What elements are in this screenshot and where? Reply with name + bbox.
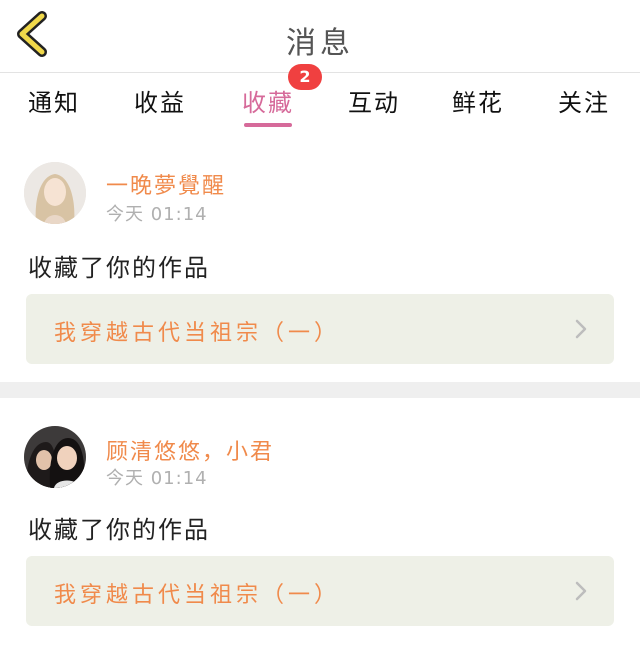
tab-earnings[interactable]: 收益 xyxy=(120,83,200,127)
action-text: 收藏了你的作品 xyxy=(28,516,210,544)
header-bar: 消息 xyxy=(0,0,640,73)
avatar-image xyxy=(24,426,86,488)
username[interactable]: 顾清悠悠，小君 xyxy=(106,434,274,466)
avatar-image xyxy=(24,162,86,224)
work-link[interactable]: 我穿越古代当祖宗（一） xyxy=(26,556,614,626)
action-text: 收藏了你的作品 xyxy=(28,254,210,282)
work-title: 我穿越古代当祖宗（一） xyxy=(54,321,341,346)
chevron-right-icon xyxy=(575,581,587,601)
work-link[interactable]: 我穿越古代当祖宗（一） xyxy=(26,294,614,364)
tab-notifications[interactable]: 通知 xyxy=(14,83,94,127)
page-title: 消息 xyxy=(286,26,354,61)
favorites-badge: 2 xyxy=(288,64,322,90)
work-title: 我穿越古代当祖宗（一） xyxy=(54,583,341,608)
timestamp: 今天 01:14 xyxy=(106,204,208,225)
tab-interactions[interactable]: 互动 xyxy=(334,83,414,127)
chevron-right-icon xyxy=(575,319,587,339)
tab-favorites[interactable]: 收藏 xyxy=(228,83,308,127)
username[interactable]: 一晚夢覺醒 xyxy=(106,168,226,200)
active-tab-indicator xyxy=(244,123,292,127)
timestamp: 今天 01:14 xyxy=(106,468,208,489)
section-divider xyxy=(0,382,640,398)
avatar[interactable] xyxy=(24,162,86,224)
tab-following[interactable]: 关注 xyxy=(544,83,624,127)
tab-favorites-label: 收藏 xyxy=(242,89,294,117)
avatar[interactable] xyxy=(24,426,86,488)
tab-flowers[interactable]: 鲜花 xyxy=(438,83,518,127)
message-card: 顾清悠悠，小君 今天 01:14 收藏了你的作品 我穿越古代当祖宗（一） xyxy=(0,398,640,638)
message-card: 一晚夢覺醒 今天 01:14 收藏了你的作品 我穿越古代当祖宗（一） xyxy=(0,136,640,376)
